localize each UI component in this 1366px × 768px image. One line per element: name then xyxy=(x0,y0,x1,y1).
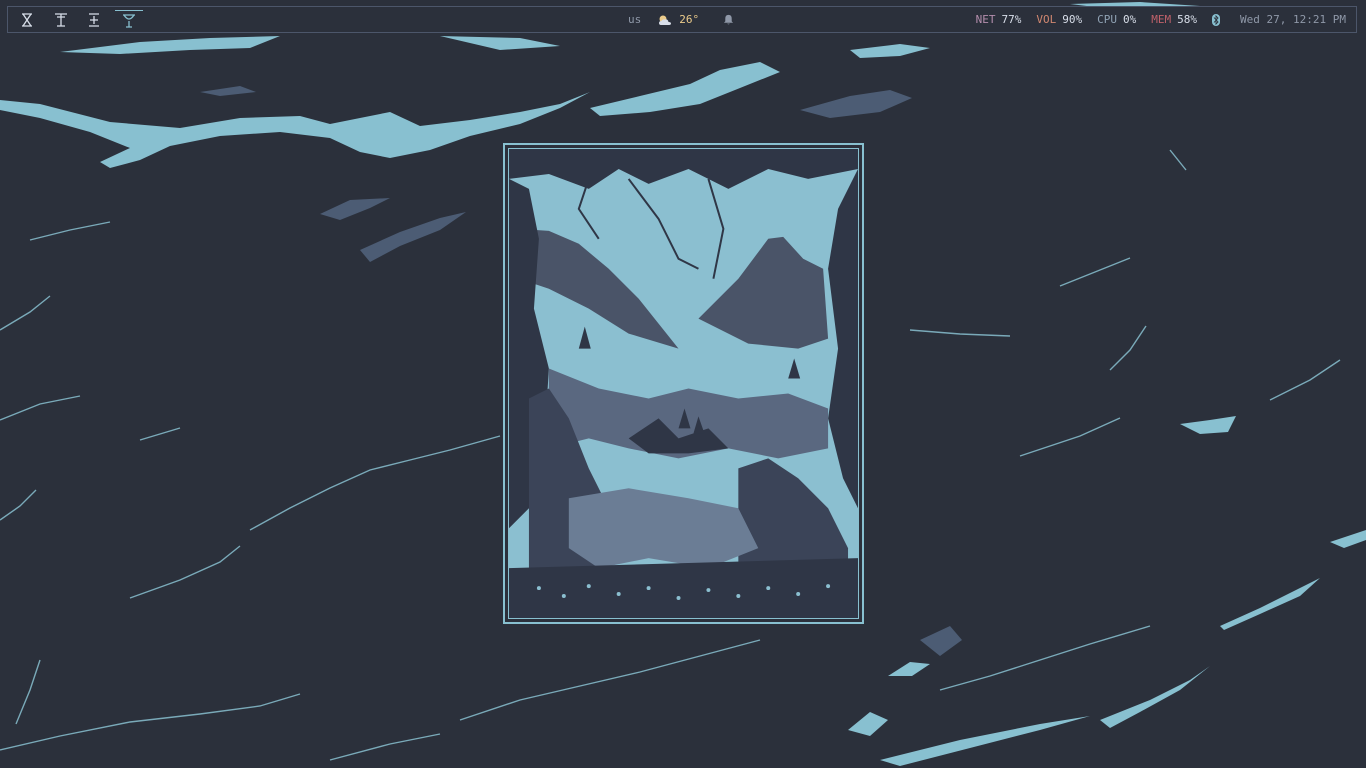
net-stat[interactable]: NET 77% xyxy=(976,13,1022,26)
mountain-valley-illustration xyxy=(509,149,858,618)
net-label: NET xyxy=(975,13,996,26)
net-value: 77% xyxy=(1001,13,1022,26)
status-bar: us 26° NET 77% VOL 90% CPU 0% MEM 58% We… xyxy=(7,6,1357,33)
desktop[interactable]: us 26° NET 77% VOL 90% CPU 0% MEM 58% We… xyxy=(0,0,1366,768)
bar-right: NET 77% VOL 90% CPU 0% MEM 58% Wed 27, 12:21… xyxy=(976,7,1346,32)
clock[interactable]: Wed 27, 12:21 PM xyxy=(1240,13,1346,26)
martini-glass-icon xyxy=(55,13,67,27)
workspace-2-button[interactable] xyxy=(48,10,74,30)
mem-stat[interactable]: MEM 58% xyxy=(1151,13,1197,26)
vol-stat[interactable]: VOL 90% xyxy=(1036,13,1082,26)
workspace-4-button[interactable] xyxy=(115,10,143,31)
vol-value: 90% xyxy=(1062,13,1083,26)
cpu-stat[interactable]: CPU 0% xyxy=(1097,13,1136,26)
workspace-3-button[interactable] xyxy=(81,10,107,30)
bell-icon xyxy=(724,14,734,25)
bar-center: us 26° xyxy=(628,7,734,32)
keyboard-layout[interactable]: us xyxy=(628,13,641,26)
wallpaper-artwork-frame xyxy=(503,143,864,624)
cpu-value: 0% xyxy=(1123,13,1137,26)
weather-temperature: 26° xyxy=(679,13,700,26)
partly-cloudy-icon xyxy=(659,15,672,25)
cpu-label: CPU xyxy=(1097,13,1118,26)
mem-value: 58% xyxy=(1177,13,1198,26)
hourglass-icon xyxy=(22,13,32,27)
bluetooth-button[interactable] xyxy=(1212,13,1221,26)
workspace-1-button[interactable] xyxy=(14,10,40,30)
plus-minus-icon xyxy=(89,13,99,27)
bluetooth-icon xyxy=(1212,13,1221,26)
vol-label: VOL xyxy=(1036,13,1057,26)
weather-widget[interactable]: 26° xyxy=(657,13,699,26)
mem-label: MEM xyxy=(1151,13,1172,26)
notification-button[interactable] xyxy=(723,14,734,25)
cocktail-glass-icon xyxy=(123,14,135,28)
